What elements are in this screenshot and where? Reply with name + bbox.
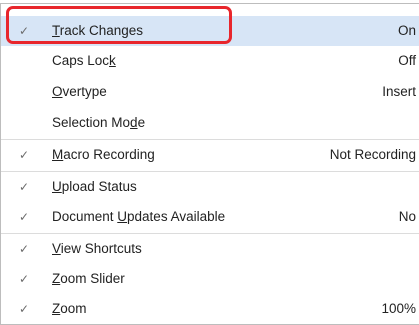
menu-item-track-changes[interactable]: ✓ Track Changes On [1,16,419,46]
check-icon: ✓ [19,148,30,162]
menu-item-view-shortcuts[interactable]: ✓ View Shortcuts [1,234,419,264]
menu-item-label: Upload Status [52,179,137,194]
menu-item-label: Zoom Slider [52,271,125,286]
menu-item-label: Zoom [52,301,87,316]
menu-item-caps-lock[interactable]: Caps Lock Off [1,46,419,76]
menu-item-label: Track Changes [52,23,144,38]
menu-item-value: No [398,209,416,224]
check-icon: ✓ [19,272,30,286]
menu-item-label: Macro Recording [52,147,155,162]
check-icon: ✓ [19,24,30,38]
menu-item-selection-mode[interactable]: Selection Mode [1,108,419,138]
menu-item-label: Caps Lock [52,53,116,68]
menu-item-value: Not Recording [329,147,416,162]
menu-item-overtype[interactable]: Overtype Insert [1,77,419,107]
menu-item-label: View Shortcuts [52,241,142,256]
check-icon: ✓ [19,302,30,316]
menu-item-value: Off [398,53,416,68]
menu-top-border [0,3,419,4]
menu-item-value: On [397,23,416,38]
menu-item-label: Document Updates Available [52,209,226,224]
check-icon: ✓ [19,242,30,256]
check-icon: ✓ [19,210,30,224]
menu-item-zoom-slider[interactable]: ✓ Zoom Slider [1,264,419,294]
status-bar-context-menu: ✓ Track Changes On Caps Lock Off Overtyp… [0,0,419,325]
menu-item-value: 100% [381,301,416,316]
check-icon: ✓ [19,180,30,194]
menu-item-label: Overtype [52,84,107,99]
menu-item-macro-recording[interactable]: ✓ Macro Recording Not Recording [1,140,419,170]
menu-item-label: Selection Mode [52,115,146,130]
menu-item-upload-status[interactable]: ✓ Upload Status [1,172,419,202]
menu-item-value: Insert [382,84,416,99]
menu-item-document-updates-available[interactable]: ✓ Document Updates Available No [1,202,419,232]
menu-item-zoom[interactable]: ✓ Zoom 100% [1,294,419,324]
